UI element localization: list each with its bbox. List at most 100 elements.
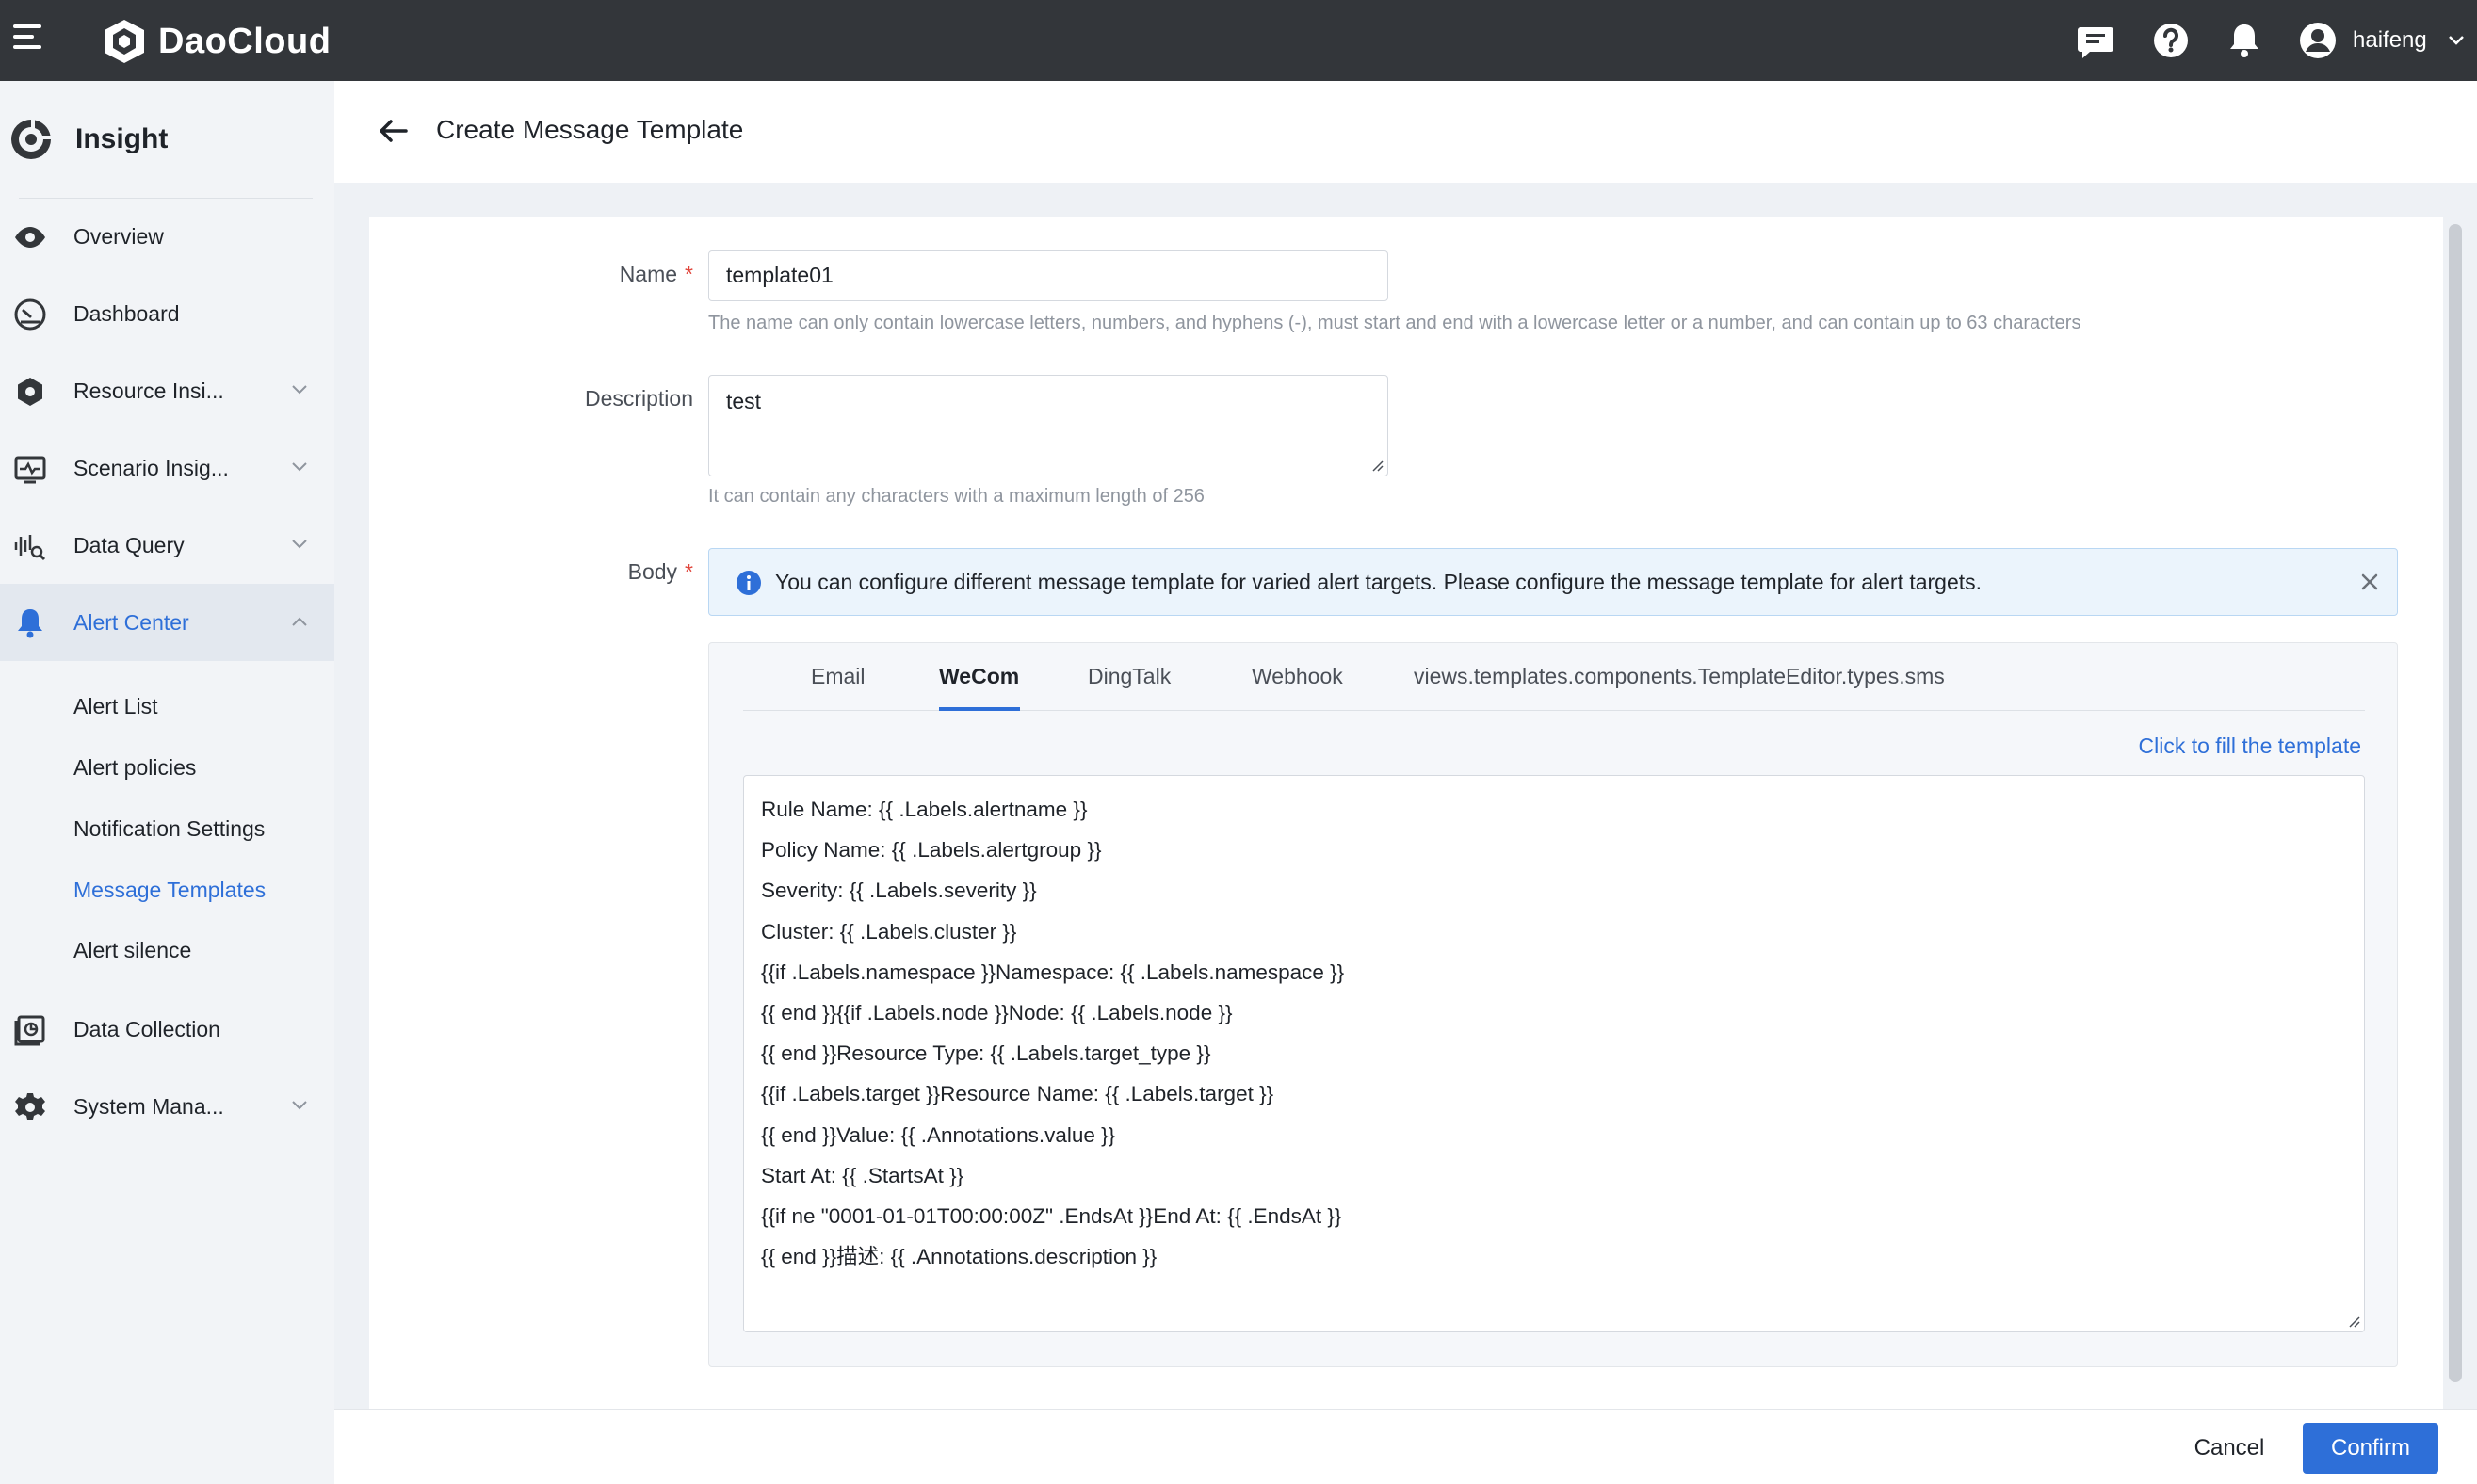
sidebar-item-system-management[interactable]: System Mana... (0, 1068, 334, 1145)
channel-tabs: Email WeCom DingTalk Webhook views.templ… (743, 643, 2365, 711)
sidebar-item-dashboard[interactable]: Dashboard (0, 275, 334, 352)
hamburger-icon[interactable] (13, 24, 43, 53)
template-line: {{if .Labels.target }}Resource Name: {{ … (761, 1082, 1274, 1106)
sidebar-subitem-message-templates[interactable]: Message Templates (0, 860, 334, 920)
template-editor: Email WeCom DingTalk Webhook views.templ… (708, 642, 2398, 1367)
name-input[interactable]: template01 (708, 250, 1388, 301)
scrollbar-thumb[interactable] (2449, 224, 2462, 1382)
template-line: Severity: {{ .Labels.severity }} (761, 879, 1037, 903)
chevron-down-icon (2448, 36, 2464, 45)
sidebar-subitem-label: Message Templates (73, 877, 267, 902)
app-title[interactable]: Insight (0, 111, 334, 168)
hexagon-gear-icon (18, 378, 42, 406)
info-alert: You can configure different message temp… (708, 548, 2398, 616)
form-card: Name * template01 The name can only conta… (369, 217, 2443, 1484)
sidebar-item-label: Scenario Insig... (73, 455, 229, 480)
body-label-text: Body (627, 559, 678, 584)
template-line: {{ end }}描述: {{ .Annotations.description… (761, 1245, 1158, 1269)
body-label: Body * (392, 559, 693, 585)
brand-name: DaoCloud (158, 21, 332, 61)
sidebar-item-label: Dashboard (73, 300, 180, 326)
template-line: Cluster: {{ .Labels.cluster }} (761, 919, 1017, 944)
template-body-textarea[interactable]: Rule Name: {{ .Labels.alertname }} Polic… (743, 775, 2365, 1332)
form-footer: Cancel Confirm (334, 1409, 2477, 1484)
info-alert-text: You can configure different message temp… (775, 570, 1983, 594)
template-line: Start At: {{ .StartsAt }} (761, 1163, 964, 1187)
tab-webhook[interactable]: Webhook (1252, 664, 1343, 689)
sidebar-item-data-collection[interactable]: Data Collection (0, 991, 334, 1068)
sidebar-subitem-alert-list[interactable]: Alert List (0, 676, 334, 736)
sidebar-item-label: Alert Center (73, 609, 189, 635)
chevron-down-icon (292, 462, 307, 472)
required-mark: * (685, 559, 693, 584)
name-label: Name * (392, 262, 693, 287)
back-arrow-icon[interactable] (378, 117, 410, 145)
sidebar-subitem-alert-silence[interactable]: Alert silence (0, 920, 334, 980)
resize-grip-icon[interactable] (1370, 459, 1384, 472)
waveform-search-icon (14, 535, 46, 561)
gauge-icon (14, 298, 46, 331)
sidebar-item-label: Resource Insi... (73, 378, 224, 403)
chevron-down-icon (292, 1101, 307, 1110)
confirm-button[interactable]: Confirm (2303, 1423, 2438, 1474)
page-title: Create Message Template (436, 115, 744, 144)
sidebar-item-data-query[interactable]: Data Query (0, 507, 334, 584)
gear-icon (15, 1093, 45, 1120)
brand-logo[interactable]: DaoCloud (100, 13, 331, 70)
bell-icon (18, 609, 42, 638)
description-label: Description (392, 386, 693, 411)
sidebar-subitem-label: Alert List (73, 693, 158, 718)
top-bar: DaoCloud haifeng (0, 0, 2477, 81)
fill-template-link[interactable]: Click to fill the template (2139, 734, 2361, 759)
sidebar-item-scenario-insight[interactable]: Scenario Insig... (0, 429, 334, 507)
message-icon[interactable] (2076, 21, 2115, 60)
insight-logo-icon (11, 120, 51, 159)
data-collection-icon (14, 1015, 45, 1046)
bell-icon[interactable] (2225, 21, 2264, 60)
close-icon[interactable] (2357, 570, 2382, 594)
sidebar-item-overview[interactable]: Overview (0, 198, 334, 275)
eye-icon (15, 227, 45, 248)
user-avatar-icon (2300, 23, 2336, 58)
description-value: test (726, 389, 762, 413)
template-line: {{if .Labels.namespace }}Namespace: {{ .… (761, 960, 1345, 984)
tab-email[interactable]: Email (811, 664, 866, 689)
sidebar-item-resource-insight[interactable]: Resource Insi... (0, 352, 334, 429)
page-scrollbar[interactable] (2445, 217, 2466, 1384)
sidebar-item-label: Data Query (73, 532, 185, 557)
tab-sms[interactable]: views.templates.components.TemplateEdito… (1414, 664, 1945, 689)
template-line: {{if ne "0001-01-01T00:00:00Z" .EndsAt }… (761, 1203, 1342, 1228)
active-tab-indicator (939, 707, 1020, 711)
sidebar-subitem-label: Alert silence (73, 937, 192, 962)
sidebar-subitem-label: Alert policies (73, 754, 197, 780)
sidebar-item-label: Data Collection (73, 1016, 220, 1041)
chevron-down-icon (292, 540, 307, 549)
sidebar-item-label: Overview (73, 223, 164, 249)
template-line: {{ end }}{{if .Labels.node }}Node: {{ .L… (761, 1000, 1233, 1024)
template-line: {{ end }}Resource Type: {{ .Labels.targe… (761, 1041, 1211, 1066)
user-name: haifeng (2353, 27, 2427, 53)
description-textarea[interactable]: test (708, 375, 1388, 476)
resize-grip-icon[interactable] (2347, 1315, 2360, 1328)
sidebar-item-alert-center[interactable]: Alert Center (0, 584, 334, 661)
cancel-button[interactable]: Cancel (2159, 1423, 2300, 1474)
sidebar-subitem-notification-settings[interactable]: Notification Settings (0, 798, 334, 859)
sidebar-subitem-label: Notification Settings (73, 815, 266, 841)
tab-dingtalk[interactable]: DingTalk (1088, 664, 1171, 689)
page-header: Create Message Template (334, 81, 2477, 183)
description-hint: It can contain any characters with a max… (708, 486, 1205, 507)
help-icon[interactable] (2151, 21, 2191, 60)
name-label-text: Name (619, 262, 678, 286)
required-mark: * (685, 262, 693, 286)
sidebar: Insight Overview Dashboard Resource Insi… (0, 81, 334, 1484)
sidebar-subitem-alert-policies[interactable]: Alert policies (0, 737, 334, 798)
chevron-down-icon (292, 385, 307, 395)
user-menu[interactable]: haifeng (2298, 15, 2465, 66)
app-title-text: Insight (75, 123, 169, 154)
pulse-monitor-icon (14, 456, 46, 484)
tab-wecom[interactable]: WeCom (939, 664, 1019, 689)
daocloud-logo-icon (105, 20, 144, 63)
template-line: {{ end }}Value: {{ .Annotations.value }} (761, 1122, 1116, 1147)
template-line: Policy Name: {{ .Labels.alertgroup }} (761, 838, 1102, 863)
template-line: Rule Name: {{ .Labels.alertname }} (761, 798, 1088, 821)
